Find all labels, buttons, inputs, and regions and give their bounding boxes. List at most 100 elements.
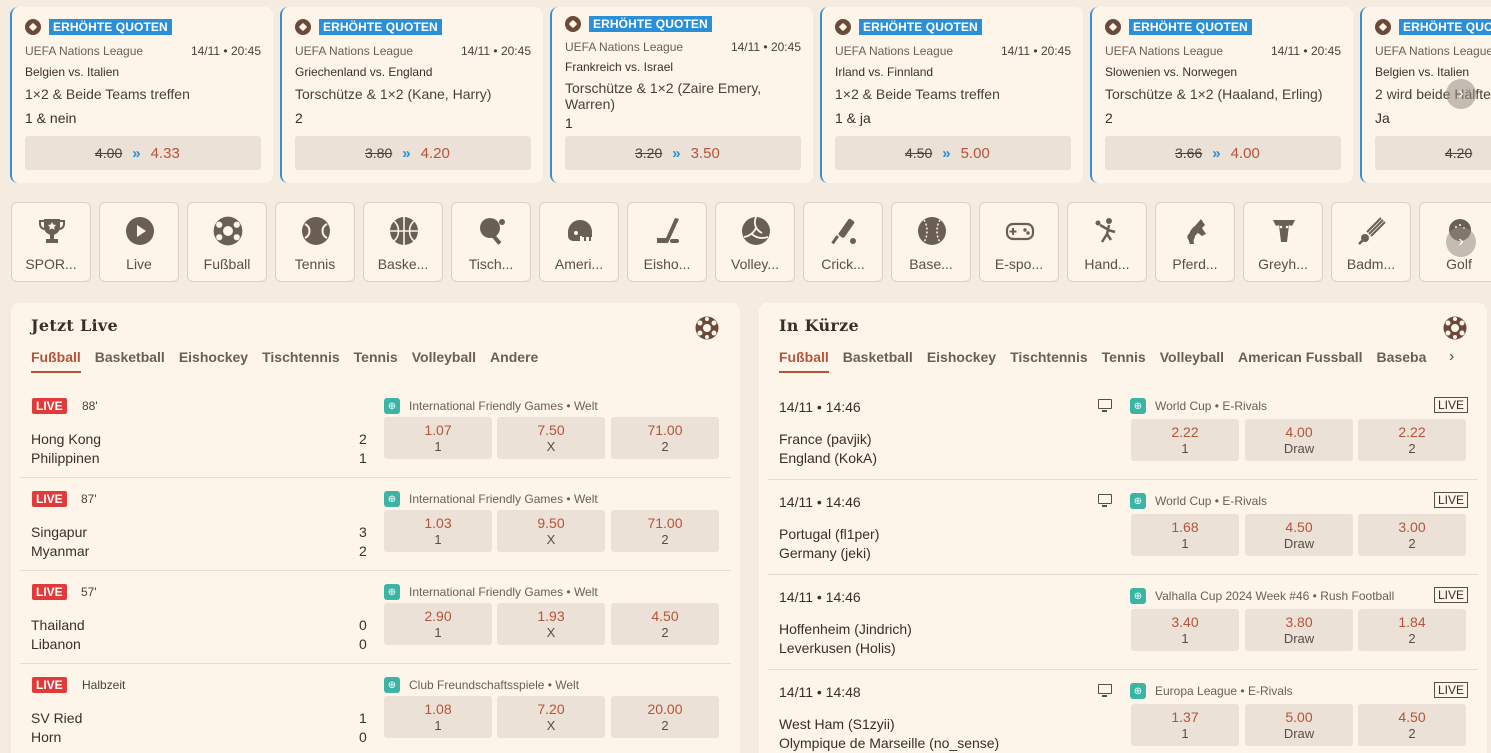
tab[interactable]: Baseba bbox=[1377, 349, 1427, 373]
tab[interactable]: Tischtennis bbox=[262, 349, 340, 373]
odds-label: 2 bbox=[1408, 441, 1416, 456]
sport-tile[interactable]: Hand... bbox=[1067, 202, 1147, 282]
odds-button[interactable]: 1.93 X bbox=[497, 603, 605, 645]
boosted-odds-button[interactable]: 3.66 » 4.00 bbox=[1105, 136, 1341, 170]
tab[interactable]: Eishockey bbox=[179, 349, 248, 373]
boosted-odds-button[interactable]: 4.50 » 5.00 bbox=[835, 136, 1071, 170]
match-name: Belgien vs. Italien bbox=[1375, 65, 1470, 79]
sport-label: Volley... bbox=[731, 256, 779, 272]
boosted-odds-button[interactable]: 4.00 » 4.33 bbox=[25, 136, 261, 170]
odds-button[interactable]: 4.50 2 bbox=[611, 603, 719, 645]
sport-tile[interactable]: E-spo... bbox=[979, 202, 1059, 282]
home-team: France (pavjik) bbox=[779, 431, 872, 447]
odds-button[interactable]: 3.80 Draw bbox=[1245, 609, 1353, 651]
odds-button[interactable]: 3.40 1 bbox=[1131, 609, 1239, 651]
sport-tile[interactable]: Live bbox=[99, 202, 179, 282]
odds-button[interactable]: 71.00 2 bbox=[611, 417, 719, 459]
boosted-odds-button[interactable]: 3.80 » 4.20 bbox=[295, 136, 531, 170]
kickoff-time: 14/11 • 14:46 bbox=[779, 589, 861, 605]
boosted-odds-button[interactable]: 4.20 bbox=[1375, 136, 1491, 170]
tab[interactable]: Volleyball bbox=[412, 349, 476, 373]
tab[interactable]: Basketball bbox=[843, 349, 913, 373]
odds-value: 1.84 bbox=[1398, 614, 1426, 630]
odds-value: 1.93 bbox=[537, 608, 565, 624]
match-name: Griechenland vs. England bbox=[295, 65, 433, 79]
odds-button[interactable]: 2.22 1 bbox=[1131, 419, 1239, 461]
sport-tile[interactable]: Badm... bbox=[1331, 202, 1411, 282]
tab[interactable]: Eishockey bbox=[927, 349, 996, 373]
sport-label: Baske... bbox=[377, 256, 429, 272]
sport-label: Tennis bbox=[294, 256, 336, 272]
sport-tile[interactable]: Tennis bbox=[275, 202, 355, 282]
globe-icon: ⊕ bbox=[1130, 493, 1146, 509]
odds-button[interactable]: 1.03 1 bbox=[384, 510, 492, 552]
match-minute: 87' bbox=[81, 492, 97, 506]
tab[interactable]: Tennis bbox=[1102, 349, 1146, 373]
odds-button[interactable]: 5.00 Draw bbox=[1245, 704, 1353, 746]
tab[interactable]: Volleyball bbox=[1160, 349, 1224, 373]
live-match-row: LIVE 57' ⊕ International Friendly Games • W… bbox=[20, 571, 731, 664]
tab[interactable]: Fußball bbox=[779, 349, 829, 373]
odds-button[interactable]: 4.50 2 bbox=[1358, 704, 1466, 746]
boosted-odds-button[interactable]: 3.20 » 3.50 bbox=[565, 136, 801, 170]
odds-button[interactable]: 3.00 2 bbox=[1358, 514, 1466, 556]
sport-tile[interactable]: SPOR... bbox=[11, 202, 91, 282]
sport-tile[interactable]: Ameri... bbox=[539, 202, 619, 282]
odds-button[interactable]: 2.22 2 bbox=[1358, 419, 1466, 461]
odds-value: 2.22 bbox=[1398, 424, 1426, 440]
league-name: UEFA Nations League bbox=[835, 44, 954, 58]
sport-tile[interactable]: Baske... bbox=[363, 202, 443, 282]
tab[interactable]: Tischtennis bbox=[1010, 349, 1088, 373]
match-minute: 88' bbox=[82, 399, 98, 413]
sports-next-button[interactable]: › bbox=[1446, 227, 1476, 257]
odds-button[interactable]: 1.84 2 bbox=[1358, 609, 1466, 651]
odds-button[interactable]: 9.50 X bbox=[497, 510, 605, 552]
odds-button[interactable]: 1.07 1 bbox=[384, 417, 492, 459]
odds-button[interactable]: 2.90 1 bbox=[384, 603, 492, 645]
sport-tile[interactable]: Eisho... bbox=[627, 202, 707, 282]
tab[interactable]: Tennis bbox=[354, 349, 398, 373]
odds-button[interactable]: 20.00 2 bbox=[611, 696, 719, 738]
tab[interactable]: Andere bbox=[490, 349, 538, 373]
odds-button[interactable]: 1.08 1 bbox=[384, 696, 492, 738]
odds-button[interactable]: 71.00 2 bbox=[611, 510, 719, 552]
play-icon bbox=[124, 215, 156, 247]
tabs-next-chevron-icon[interactable]: › bbox=[1449, 348, 1454, 366]
away-team: Libanon bbox=[31, 636, 81, 652]
live-badge: LIVE bbox=[32, 677, 67, 693]
odds-button[interactable]: 7.20 X bbox=[497, 696, 605, 738]
tab[interactable]: American Fussball bbox=[1238, 349, 1363, 373]
league-name: UEFA Nations League bbox=[295, 44, 414, 58]
selection: 2 bbox=[295, 110, 303, 126]
away-team: England (KokA) bbox=[779, 450, 878, 466]
odds-button[interactable]: 1.68 1 bbox=[1131, 514, 1239, 556]
odds-label: Draw bbox=[1283, 726, 1315, 741]
home-team: Hoffenheim (Jindrich) bbox=[779, 621, 912, 637]
tv-icon bbox=[1098, 684, 1112, 697]
odds-value: 5.00 bbox=[1285, 709, 1313, 725]
sport-tile[interactable]: Tisch... bbox=[451, 202, 531, 282]
sport-label: E-spo... bbox=[994, 256, 1044, 272]
soccer-ball-icon bbox=[565, 16, 581, 32]
tab[interactable]: Fußball bbox=[31, 349, 81, 373]
odds-button[interactable]: 1.37 1 bbox=[1131, 704, 1239, 746]
globe-icon: ⊕ bbox=[1130, 398, 1146, 414]
live-badge: LIVE bbox=[32, 398, 67, 414]
sport-tile[interactable]: Volley... bbox=[715, 202, 795, 282]
odds-value: 4.50 bbox=[651, 608, 679, 624]
odds-value: 20.00 bbox=[647, 701, 683, 717]
carousel-next-button[interactable]: › bbox=[1446, 79, 1476, 109]
sport-label: Live bbox=[126, 256, 152, 272]
odds-button[interactable]: 4.50 Draw bbox=[1245, 514, 1353, 556]
away-team: Philippinen bbox=[31, 450, 100, 466]
tab[interactable]: Basketball bbox=[95, 349, 165, 373]
sport-tile[interactable]: Crick... bbox=[803, 202, 883, 282]
sport-tile[interactable]: Fußball bbox=[187, 202, 267, 282]
live-badge: LIVE bbox=[32, 491, 67, 507]
odds-button[interactable]: 7.50 X bbox=[497, 417, 605, 459]
sport-tile[interactable]: Base... bbox=[891, 202, 971, 282]
sport-tile[interactable]: Pferd... bbox=[1155, 202, 1235, 282]
odds-button[interactable]: 4.00 Draw bbox=[1245, 419, 1353, 461]
odds-label: Draw bbox=[1283, 536, 1315, 551]
sport-tile[interactable]: Greyh... bbox=[1243, 202, 1323, 282]
